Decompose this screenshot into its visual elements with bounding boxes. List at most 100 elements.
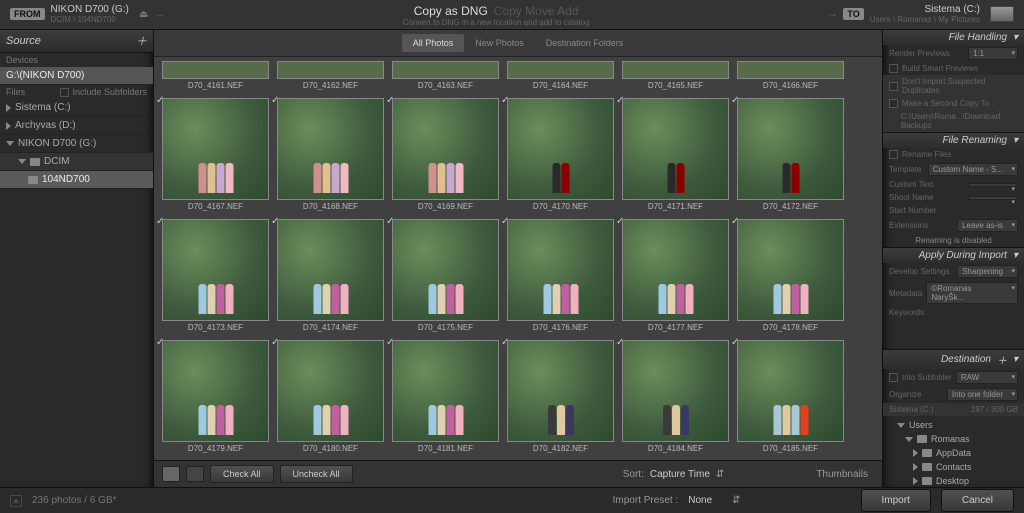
thumbnail[interactable]: ✓D70_4180.NEF (277, 340, 384, 455)
device-row-selected[interactable]: G:\(NIKON D700) (0, 67, 153, 85)
thumbnail[interactable]: ✓D70_4170.NEF (507, 98, 614, 213)
sort-value[interactable]: Capture Time (650, 469, 710, 480)
thumbnail[interactable]: ✓D70_4167.NEF (162, 98, 269, 213)
chevron-down-icon[interactable]: ▾ (1013, 354, 1018, 365)
thumb-image[interactable] (392, 61, 499, 79)
render-previews-select[interactable]: 1:1 (968, 47, 1018, 60)
thumbnail[interactable]: ✓D70_4185.NEF (737, 340, 844, 455)
drive-archyvas[interactable]: Archyvas (D:) (0, 117, 153, 135)
dest-drive[interactable]: Sistema (C:) (889, 405, 933, 414)
into-subfolder-checkbox[interactable] (889, 373, 898, 382)
thumbnail[interactable]: D70_4163.NEF (392, 61, 499, 92)
second-copy-checkbox[interactable] (889, 99, 898, 108)
plus-icon[interactable]: ＋ (997, 352, 1007, 367)
thumbnail[interactable]: D70_4164.NEF (507, 61, 614, 92)
thumb-image[interactable] (162, 61, 269, 79)
from-device[interactable]: NIKON D700 (G:) (51, 4, 129, 15)
eject-icon[interactable]: ⏏ (139, 9, 149, 19)
thumb-image[interactable] (162, 219, 269, 321)
thumb-image[interactable] (392, 219, 499, 321)
chevron-down-icon[interactable]: ▾ (1013, 32, 1018, 43)
thumb-image[interactable] (622, 98, 729, 200)
custom-text-input[interactable] (968, 183, 1018, 187)
thumb-image[interactable] (277, 61, 384, 79)
include-subfolders-checkbox[interactable] (60, 88, 69, 97)
dest-romanas[interactable]: Romanas (883, 432, 1024, 446)
thumbnail[interactable]: ✓D70_4181.NEF (392, 340, 499, 455)
thumb-image[interactable] (277, 219, 384, 321)
thumb-image[interactable] (737, 98, 844, 200)
thumb-image[interactable] (507, 219, 614, 321)
chevron-up-down-icon[interactable]: ⇵ (732, 495, 740, 506)
thumb-image[interactable] (737, 61, 844, 79)
thumbnail[interactable]: D70_4161.NEF (162, 61, 269, 92)
thumbnail[interactable]: D70_4162.NEF (277, 61, 384, 92)
tab-all-photos[interactable]: All Photos (402, 34, 465, 52)
apply-during-import-header[interactable]: Apply During Import (919, 250, 1007, 261)
to-device[interactable]: Sistema (C:) (870, 4, 980, 15)
drive-nikon[interactable]: NIKON D700 (G:) (0, 135, 153, 153)
thumbnail[interactable]: ✓D70_4168.NEF (277, 98, 384, 213)
rename-files-checkbox[interactable] (889, 150, 898, 159)
destination-header[interactable]: Destination (941, 354, 991, 365)
dest-contacts[interactable]: Contacts (883, 460, 1024, 474)
thumbnail[interactable]: ✓D70_4172.NEF (737, 98, 844, 213)
thumb-image[interactable] (622, 61, 729, 79)
thumbnail[interactable]: ✓D70_4184.NEF (622, 340, 729, 455)
chevron-down-icon[interactable]: ▾ (1013, 250, 1018, 261)
thumbnail[interactable]: ✓D70_4182.NEF (507, 340, 614, 455)
extensions-select[interactable]: Leave as-is (957, 219, 1018, 232)
loupe-view-icon[interactable] (186, 466, 204, 482)
folder-104nd700[interactable]: 104ND700 (0, 171, 153, 189)
thumbnail[interactable]: ✓D70_4173.NEF (162, 219, 269, 334)
thumb-image[interactable] (737, 219, 844, 321)
thumb-image[interactable] (162, 98, 269, 200)
drive-sistema[interactable]: Sistema (C:) (0, 99, 153, 117)
dest-appdata[interactable]: AppData (883, 446, 1024, 460)
thumb-image[interactable] (162, 340, 269, 442)
metadata-select[interactable]: ©Romanas NaryŠk... (926, 282, 1018, 304)
file-handling-header[interactable]: File Handling (949, 32, 1007, 43)
tab-new-photos[interactable]: New Photos (464, 34, 535, 52)
thumb-image[interactable] (392, 98, 499, 200)
thumb-image[interactable] (507, 61, 614, 79)
thumb-image[interactable] (392, 340, 499, 442)
thumb-image[interactable] (507, 340, 614, 442)
plus-icon[interactable]: ＋ (136, 33, 147, 49)
thumb-image[interactable] (622, 340, 729, 442)
import-button[interactable]: Import (861, 489, 931, 512)
grid-view-icon[interactable] (162, 466, 180, 482)
thumbnail[interactable]: ✓D70_4178.NEF (737, 219, 844, 334)
thumbnail[interactable]: D70_4165.NEF (622, 61, 729, 92)
uncheck-all-button[interactable]: Uncheck All (280, 465, 353, 483)
template-select[interactable]: Custom Name - S... (928, 163, 1018, 176)
shoot-name-input[interactable] (968, 196, 1018, 200)
dest-desktop[interactable]: Desktop (883, 474, 1024, 487)
thumbnail[interactable]: ✓D70_4174.NEF (277, 219, 384, 334)
tab-destination-folders[interactable]: Destination Folders (535, 34, 635, 52)
no-dupes-checkbox[interactable] (889, 82, 898, 91)
collapse-icon[interactable]: ▵ (10, 495, 22, 507)
thumbnail[interactable]: ✓D70_4171.NEF (622, 98, 729, 213)
thumb-image[interactable] (277, 98, 384, 200)
thumbnail[interactable]: ✓D70_4175.NEF (392, 219, 499, 334)
dest-users[interactable]: Users (883, 418, 1024, 432)
organize-select[interactable]: Into one folder (947, 388, 1018, 401)
thumbnail[interactable]: ✓D70_4176.NEF (507, 219, 614, 334)
into-subfolder-input[interactable]: RAW (956, 371, 1018, 384)
thumbnail[interactable]: D70_4166.NEF (737, 61, 844, 92)
thumbnail[interactable]: ✓D70_4179.NEF (162, 340, 269, 455)
chevron-up-down-icon[interactable]: ⇵ (716, 469, 724, 480)
import-mode-title[interactable]: Copy as DNG (414, 4, 488, 18)
build-smart-checkbox[interactable] (889, 64, 898, 73)
check-all-button[interactable]: Check All (210, 465, 274, 483)
import-mode-actions[interactable]: Copy Move Add (494, 4, 579, 18)
thumb-image[interactable] (277, 340, 384, 442)
import-preset-value[interactable]: None (688, 495, 712, 506)
file-renaming-header[interactable]: File Renaming (942, 135, 1006, 146)
chevron-down-icon[interactable]: ▾ (1013, 135, 1018, 146)
cancel-button[interactable]: Cancel (941, 489, 1014, 512)
thumb-image[interactable] (737, 340, 844, 442)
develop-settings-select[interactable]: Sharpening (957, 265, 1018, 278)
thumb-image[interactable] (507, 98, 614, 200)
